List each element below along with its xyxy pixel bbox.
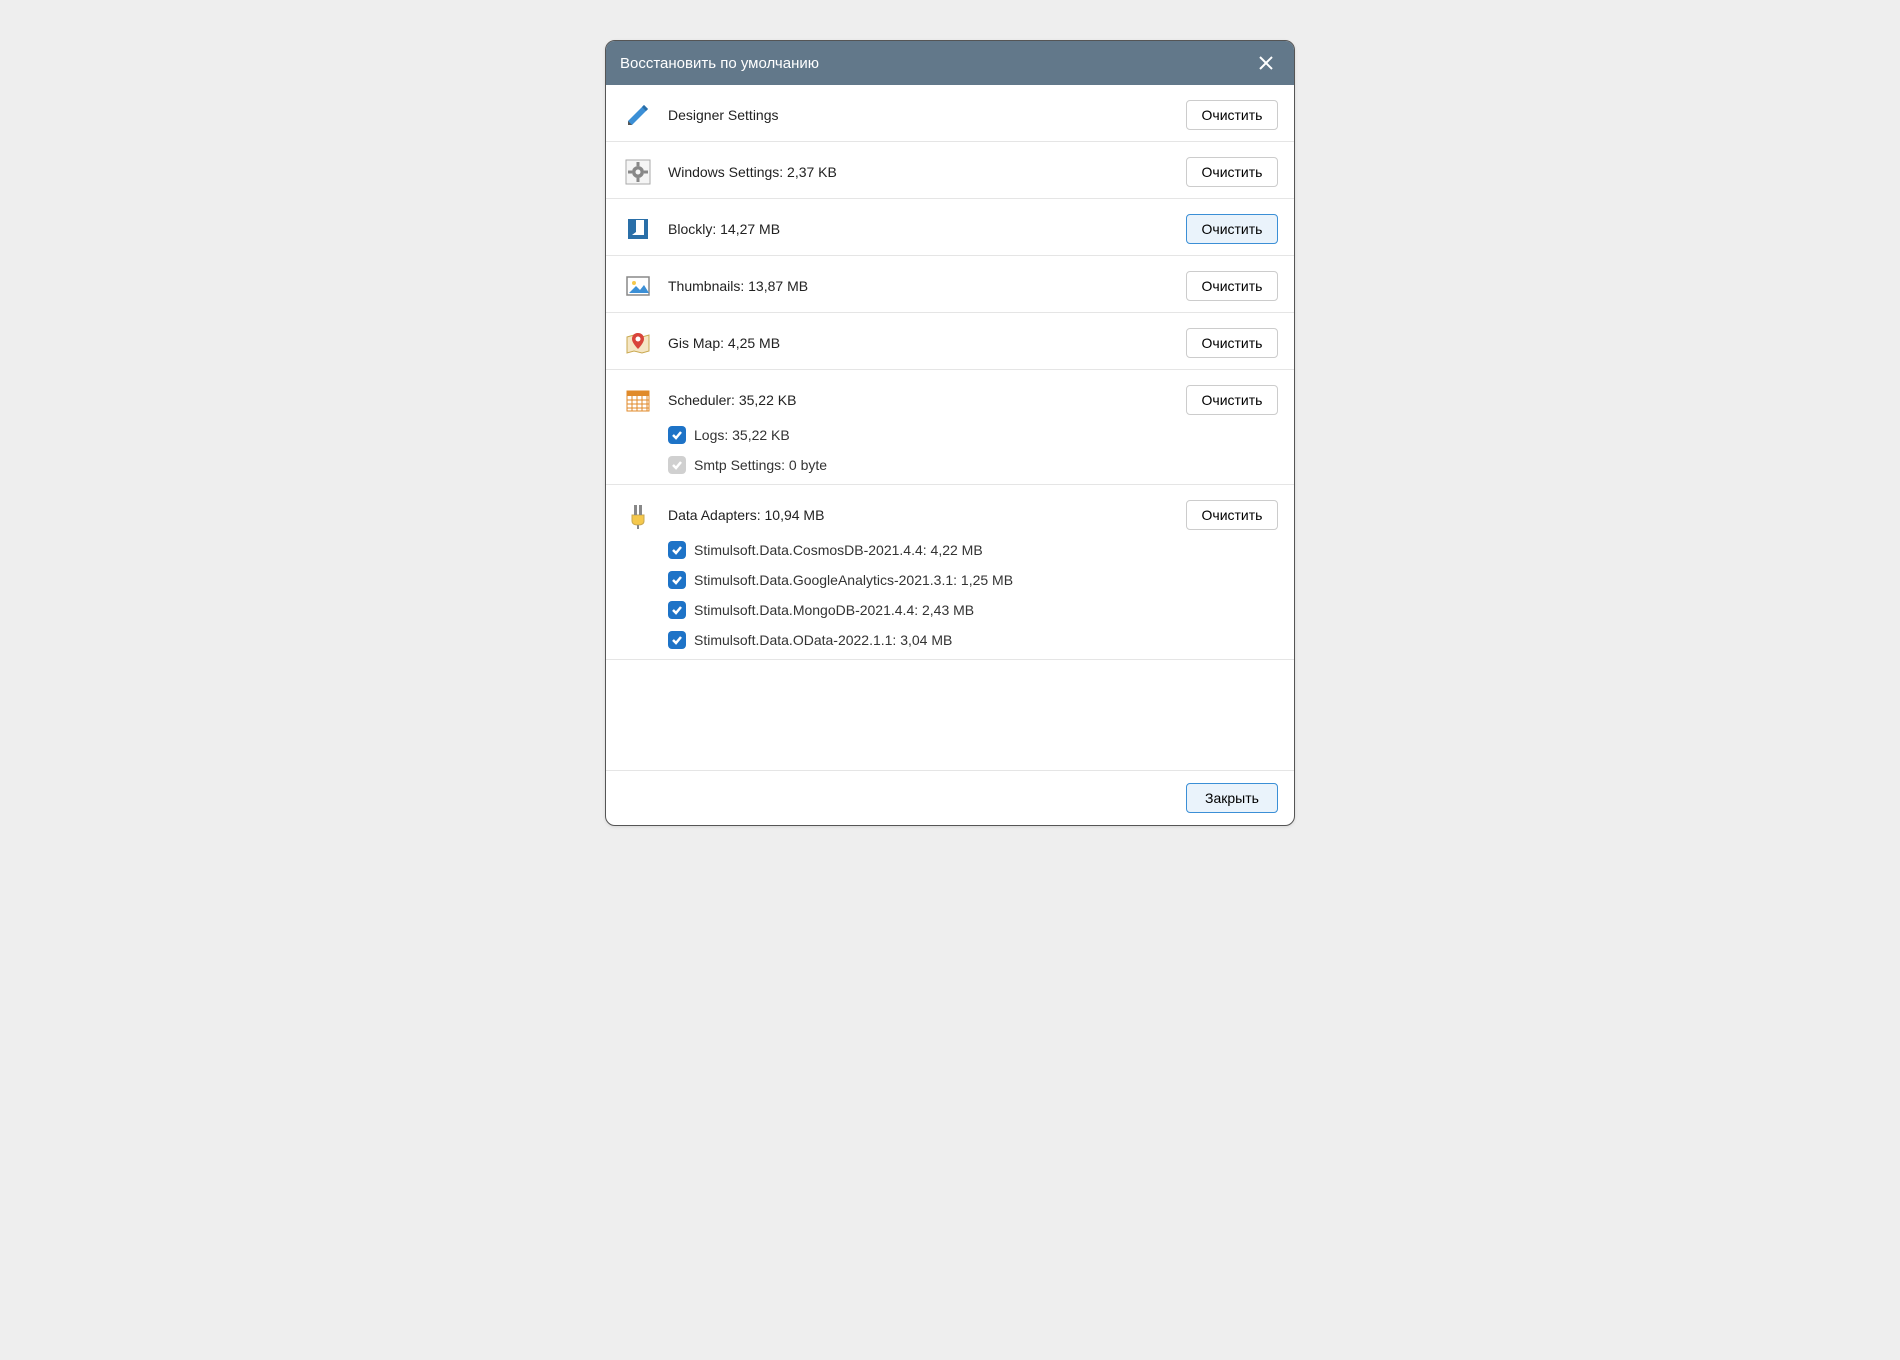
dialog-footer: Закрыть <box>606 770 1294 825</box>
section-thumbnails: Thumbnails: 13,87 MB Очистить <box>606 256 1294 313</box>
restore-defaults-dialog: Восстановить по умолчанию Designer Setti… <box>605 40 1295 826</box>
pencil-icon <box>622 99 654 131</box>
dialog-content: Designer Settings Очистить Windows Setti… <box>606 85 1294 825</box>
section-label: Blockly: 14,27 MB <box>668 221 1172 237</box>
subitem-label: Stimulsoft.Data.CosmosDB-2021.4.4: 4,22 … <box>694 542 983 558</box>
checkbox-ga[interactable] <box>668 571 686 589</box>
section-label: Gis Map: 4,25 MB <box>668 335 1172 351</box>
clear-button-designer[interactable]: Очистить <box>1186 100 1278 130</box>
calendar-icon <box>622 384 654 416</box>
close-icon[interactable] <box>1252 49 1280 77</box>
blockly-icon <box>622 213 654 245</box>
section-label: Scheduler: 35,22 KB <box>668 392 1172 408</box>
clear-button-windows[interactable]: Очистить <box>1186 157 1278 187</box>
section-label: Data Adapters: 10,94 MB <box>668 507 1172 523</box>
subitem-label: Smtp Settings: 0 byte <box>694 457 827 473</box>
clear-button-blockly[interactable]: Очистить <box>1186 214 1278 244</box>
dialog-title: Восстановить по умолчанию <box>620 55 1252 72</box>
spacer <box>606 660 1294 770</box>
section-designer: Designer Settings Очистить <box>606 85 1294 142</box>
subitem-label: Stimulsoft.Data.GoogleAnalytics-2021.3.1… <box>694 572 1013 588</box>
clear-button-scheduler[interactable]: Очистить <box>1186 385 1278 415</box>
clear-button-adapters[interactable]: Очистить <box>1186 500 1278 530</box>
close-button[interactable]: Закрыть <box>1186 783 1278 813</box>
section-blockly: Blockly: 14,27 MB Очистить <box>606 199 1294 256</box>
subitem-label: Stimulsoft.Data.MongoDB-2021.4.4: 2,43 M… <box>694 602 974 618</box>
checkbox-smtp <box>668 456 686 474</box>
clear-button-thumbnails[interactable]: Очистить <box>1186 271 1278 301</box>
gear-icon <box>622 156 654 188</box>
section-adapters: Data Adapters: 10,94 MB Очистить Stimuls… <box>606 485 1294 660</box>
dialog-titlebar: Восстановить по умолчанию <box>606 41 1294 85</box>
subitem-mongo: Stimulsoft.Data.MongoDB-2021.4.4: 2,43 M… <box>668 601 1278 619</box>
plug-icon <box>622 499 654 531</box>
checkbox-odata[interactable] <box>668 631 686 649</box>
section-label: Windows Settings: 2,37 KB <box>668 164 1172 180</box>
section-scheduler: Scheduler: 35,22 KB Очистить Logs: 35,22… <box>606 370 1294 485</box>
map-pin-icon <box>622 327 654 359</box>
subitem-cosmos: Stimulsoft.Data.CosmosDB-2021.4.4: 4,22 … <box>668 541 1278 559</box>
checkbox-logs[interactable] <box>668 426 686 444</box>
subitem-ga: Stimulsoft.Data.GoogleAnalytics-2021.3.1… <box>668 571 1278 589</box>
subitem-label: Stimulsoft.Data.OData-2022.1.1: 3,04 MB <box>694 632 952 648</box>
section-label: Thumbnails: 13,87 MB <box>668 278 1172 294</box>
subitem-label: Logs: 35,22 KB <box>694 427 790 443</box>
subitem-smtp: Smtp Settings: 0 byte <box>668 456 1278 474</box>
image-icon <box>622 270 654 302</box>
section-windows: Windows Settings: 2,37 KB Очистить <box>606 142 1294 199</box>
subitem-odata: Stimulsoft.Data.OData-2022.1.1: 3,04 MB <box>668 631 1278 649</box>
clear-button-gismap[interactable]: Очистить <box>1186 328 1278 358</box>
checkbox-cosmos[interactable] <box>668 541 686 559</box>
section-label: Designer Settings <box>668 107 1172 123</box>
section-gismap: Gis Map: 4,25 MB Очистить <box>606 313 1294 370</box>
subitem-logs: Logs: 35,22 KB <box>668 426 1278 444</box>
checkbox-mongo[interactable] <box>668 601 686 619</box>
